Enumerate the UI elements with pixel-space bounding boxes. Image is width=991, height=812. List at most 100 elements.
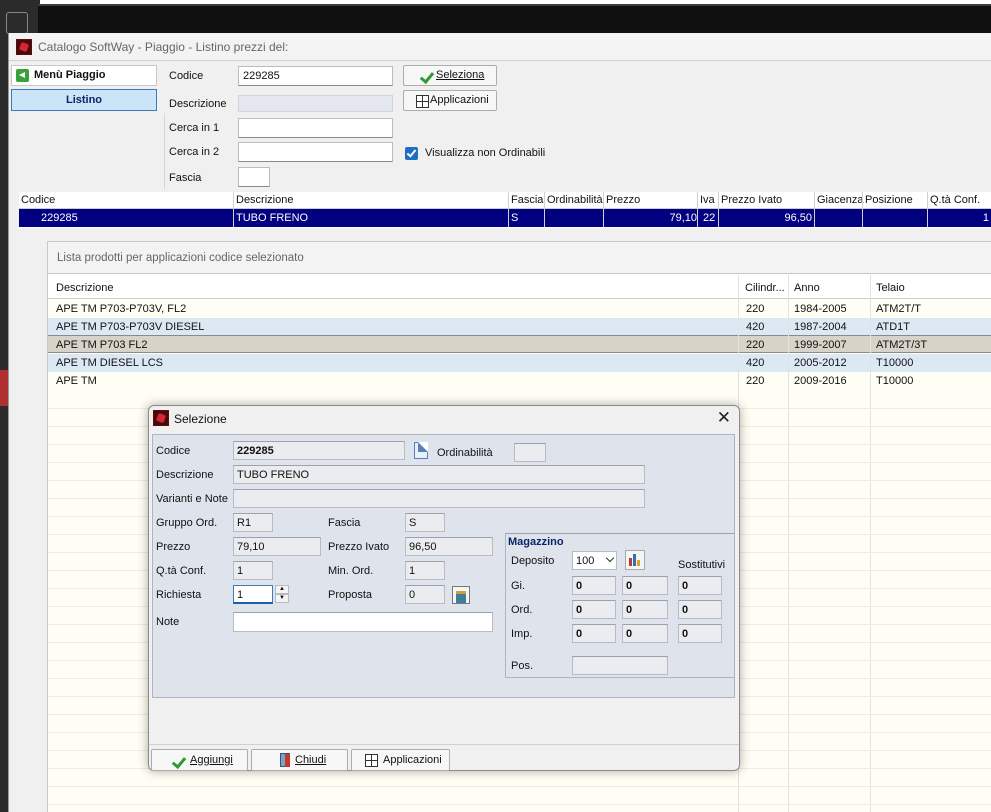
col-fascia[interactable]: Fascia [511,194,543,206]
cerca2-input[interactable] [238,142,393,162]
col-prezzo[interactable]: Prezzo [606,194,640,206]
col-posizione[interactable]: Posizione [865,194,913,206]
col-iva[interactable]: Iva [700,194,715,206]
menu-piaggio-label: Menù Piaggio [34,69,106,81]
item-anno: 2005-2012 [794,357,847,369]
qta-conf-field: 1 [233,561,273,580]
col-ordinabilita[interactable]: Ordinabilità [547,194,603,206]
cell-iva: 22 [703,212,716,224]
applicazioni-button[interactable]: Applicazioni [403,90,497,111]
list-item[interactable]: APE TM P703-P703V, FL2 220 1984-2005 ATM… [48,300,991,318]
item-descrizione: APE TM [56,375,97,387]
stepper-up-icon[interactable]: ▲ [275,585,289,594]
gi-field-2: 0 [622,576,668,595]
dialog-footer: Aggiungi Chiudi Applicazioni [149,744,739,771]
descrizione-input [238,95,393,112]
varianti-label: Varianti e Note [156,493,228,505]
col-giacenza[interactable]: Giacenza [817,194,863,206]
imp-field: 0 [572,624,616,643]
non-ordinabili-checkbox[interactable] [405,147,418,160]
document-icon[interactable] [414,442,428,459]
applicazioni-dialog-button[interactable]: Applicazioni [351,749,450,771]
codice-field: 229285 [233,441,405,460]
fascia-label: Fascia [328,517,361,529]
item-anno: 1987-2004 [794,321,847,333]
box-icon[interactable] [452,586,470,604]
desktop-icon[interactable] [6,12,28,34]
item-telaio: T10000 [876,375,914,387]
col-codice[interactable]: Codice [21,194,55,206]
item-anno: 2009-2016 [794,375,847,387]
chiudi-button[interactable]: Chiudi [251,749,348,771]
ord-sostitutivi-field: 0 [678,600,722,619]
stepper-down-icon[interactable]: ▼ [275,594,289,603]
item-cilindrata: 220 [746,339,765,351]
cerca1-input[interactable] [238,118,393,138]
prezzo-label: Prezzo [156,541,191,553]
col-descrizione[interactable]: Descrizione [56,282,113,294]
col-divider [508,192,509,227]
col-qta-conf[interactable]: Q.tà Conf. [930,194,980,206]
codice-input[interactable]: 229285 [238,66,393,86]
gi-label: Gi. [511,580,526,592]
grid-line [48,786,991,787]
item-descrizione: APE TM P703-P703V, FL2 [56,303,187,315]
fascia-input[interactable] [238,167,270,187]
fascia-field: S [405,513,445,532]
col-divider [718,192,719,227]
min-ord-field: 1 [405,561,445,580]
col-telaio[interactable]: Telaio [876,282,905,294]
list-item[interactable]: APE TM 220 2009-2016 T10000 [48,372,991,390]
col-divider [814,192,815,227]
aggiungi-button[interactable]: Aggiungi [151,749,248,771]
close-icon[interactable]: ✕ [717,408,731,428]
cell-prezzo: 79,10 [669,212,697,224]
applicazioni-dialog-label: Applicazioni [383,754,442,766]
listino-button[interactable]: Listino [11,89,157,111]
imp-sostitutivi-field: 0 [678,624,722,643]
chiudi-label: Chiudi [295,754,327,766]
magazzino-group: Magazzino Deposito 100 Sostitutivi Gi. 0… [505,533,735,678]
richiesta-stepper[interactable]: ▲ ▼ [275,585,289,604]
item-cilindrata: 220 [746,375,765,387]
cerca1-label: Cerca in 1 [169,122,220,134]
table-row-selected[interactable]: 229285 TUBO FRENO S 79,10 22 96,50 1 [19,209,991,227]
grid-icon [416,95,429,108]
seleziona-button[interactable]: Seleziona [403,65,497,86]
ord-field: 0 [572,600,616,619]
richiesta-input[interactable]: 1 [233,585,273,604]
richiesta-label: Richiesta [156,589,202,601]
descrizione-field: TUBO FRENO [233,465,645,484]
prezzo-ivato-label: Prezzo Ivato [328,541,390,553]
col-divider [862,192,863,227]
exit-door-icon [280,753,290,767]
qta-conf-label: Q.tà Conf. [156,565,207,577]
list-item[interactable]: APE TM P703-P703V DIESEL 420 1987-2004 A… [48,318,991,336]
menu-piaggio-button[interactable]: Menù Piaggio [11,65,157,86]
applications-list-header: Descrizione Cilindr... Anno Telaio [48,275,991,299]
chart-icon[interactable] [625,550,645,570]
deposito-select[interactable]: 100 [572,551,617,570]
list-item-selected[interactable]: APE TM P703 FL2 220 1999-2007 ATM2T/3T [48,335,991,353]
app-logo-icon [153,410,169,426]
col-descrizione[interactable]: Descrizione [236,194,293,206]
pos-label: Pos. [511,660,534,672]
col-divider [544,192,545,227]
item-telaio: ATM2T/3T [876,339,928,351]
col-cilindrata[interactable]: Cilindr... [745,282,785,294]
col-prezzo-ivato[interactable]: Prezzo Ivato [721,194,782,206]
note-input[interactable] [233,612,493,632]
list-item[interactable]: APE TM DIESEL LCS 420 2005-2012 T10000 [48,354,991,372]
applications-list-titlebar: Lista prodotti per applicazioni codice s… [48,242,991,274]
codice-label: Codice [169,70,204,82]
prezzo-ivato-field: 96,50 [405,537,493,556]
proposta-field: 0 [405,585,445,604]
item-cilindrata: 420 [746,357,765,369]
dialog-title: Selezione [174,412,227,426]
min-ord-label: Min. Ord. [328,565,374,577]
descrizione-label: Descrizione [169,98,227,110]
item-anno: 1984-2005 [794,303,847,315]
item-cilindrata: 420 [746,321,765,333]
item-descrizione: APE TM P703-P703V DIESEL [56,321,205,333]
col-anno[interactable]: Anno [794,282,820,294]
